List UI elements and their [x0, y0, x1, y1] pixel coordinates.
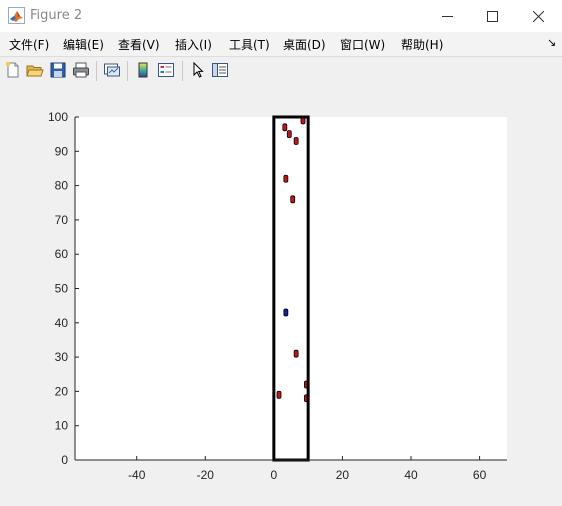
y-tick-label: 80	[55, 179, 69, 193]
matlab-logo-icon	[8, 7, 25, 24]
open-folder-icon[interactable]	[26, 61, 44, 79]
y-tick-label: 70	[55, 213, 69, 227]
x-tick-label: 0	[271, 468, 278, 482]
x-tick-label: 40	[404, 468, 418, 482]
close-icon	[532, 10, 544, 22]
y-tick-label: 40	[55, 316, 69, 330]
figure-canvas: -40 -20 0 20 40 60 0 10 20 30 40 50 60 70 80 90 100	[0, 85, 562, 506]
title-bar: Figure 2	[0, 0, 562, 33]
menu-edit[interactable]: 编辑(E)	[63, 36, 104, 53]
y-tick-label: 20	[55, 384, 69, 398]
menu-help[interactable]: 帮助(H)	[401, 36, 443, 53]
colorbar-icon[interactable]	[134, 61, 152, 79]
menu-tools[interactable]: 工具(T)	[229, 36, 270, 53]
maximize-icon	[486, 10, 498, 22]
link-plot-icon[interactable]	[103, 61, 121, 79]
property-inspector-icon[interactable]	[211, 61, 229, 79]
y-tick-label: 100	[48, 110, 68, 124]
minimize-button[interactable]	[424, 0, 470, 32]
print-icon[interactable]	[72, 61, 90, 79]
minimize-icon	[441, 15, 453, 17]
y-tick-label: 0	[61, 453, 68, 467]
axes-background	[75, 117, 507, 460]
data-point	[293, 349, 299, 358]
menu-bar: 文件(F) 编辑(E) 查看(V) 插入(I) 工具(T) 桌面(D) 窗口(W…	[0, 32, 562, 56]
close-button[interactable]	[515, 0, 561, 32]
scatter-chart[interactable]: -40 -20 0 20 40 60 0 10 20 30 40 50 60 70 80 90 100	[0, 85, 562, 506]
figure-toolbar	[0, 56, 562, 86]
x-tick-label: 20	[336, 468, 350, 482]
y-tick-label: 60	[55, 247, 69, 261]
menu-overflow-arrow-icon[interactable]: ↘	[547, 36, 556, 49]
data-point	[286, 130, 292, 139]
data-point	[282, 123, 288, 132]
pointer-icon[interactable]	[189, 61, 207, 79]
x-tick-label: 60	[473, 468, 487, 482]
maximize-button[interactable]	[469, 0, 515, 32]
toolbar-separator	[127, 61, 128, 81]
data-point	[293, 137, 299, 145]
data-point	[283, 174, 289, 183]
menu-file[interactable]: 文件(F)	[9, 36, 49, 53]
y-tick-label: 30	[55, 350, 69, 364]
data-point	[283, 308, 289, 317]
y-tick-label: 90	[55, 144, 69, 158]
data-point	[276, 390, 282, 399]
save-icon[interactable]	[49, 61, 67, 79]
x-tick-label: -20	[197, 468, 215, 482]
x-tick-label: -40	[128, 468, 146, 482]
y-tick-label: 10	[55, 419, 69, 433]
toolbar-separator	[182, 61, 183, 81]
data-point	[290, 195, 296, 204]
y-tick-label: 50	[55, 282, 69, 296]
legend-icon[interactable]	[157, 61, 175, 79]
menu-insert[interactable]: 插入(I)	[175, 36, 212, 53]
window-title: Figure 2	[30, 8, 83, 23]
menu-window[interactable]: 窗口(W)	[340, 36, 385, 53]
menu-desktop[interactable]: 桌面(D)	[283, 36, 326, 53]
toolbar-separator	[96, 61, 97, 81]
new-file-icon[interactable]	[4, 61, 22, 79]
menu-view[interactable]: 查看(V)	[118, 36, 160, 53]
